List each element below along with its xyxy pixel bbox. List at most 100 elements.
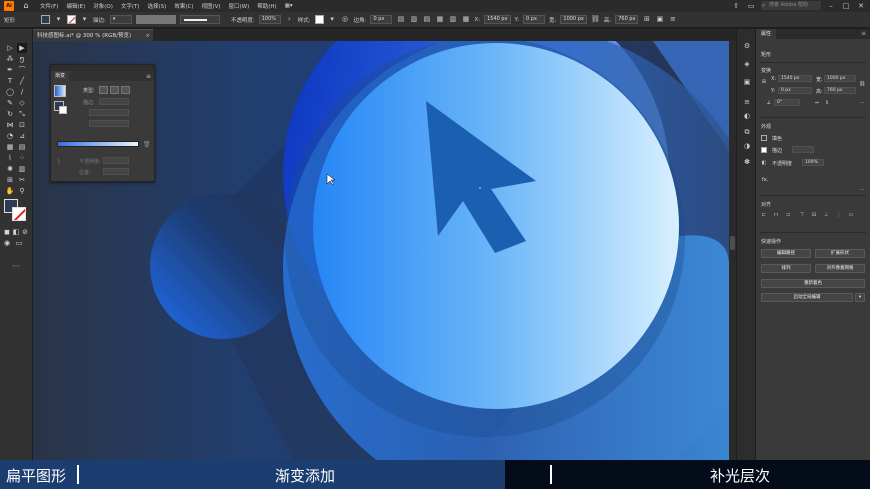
prop-y-field[interactable]: 0 px [778,87,812,94]
libraries-dock-icon[interactable]: ▣ [742,77,752,87]
edit-path-button[interactable]: 编辑路径 [761,249,811,258]
more-options-icon[interactable]: ⋯ [859,187,865,193]
free-transform-icon[interactable]: ⊡ [17,120,27,130]
menu-object[interactable]: 对象(O) [93,2,113,10]
scrollbar-thumb[interactable] [730,236,735,250]
opacity-field[interactable]: 100% [258,15,281,24]
minimize-icon[interactable]: – [826,2,836,10]
shaper-tool-icon[interactable]: ✎ [5,98,15,108]
panel-menu-icon[interactable]: ≡ [668,15,677,24]
width-tool-icon[interactable]: ⋈ [5,120,15,130]
x-field[interactable]: 1540 px [484,15,511,24]
artboard-tool-icon[interactable]: ⊞ [5,175,15,185]
arrange-button[interactable]: 排列 [761,264,811,273]
linear-gradient-button[interactable] [99,86,108,94]
gradient-tool-icon[interactable]: ▤ [17,142,27,152]
gradient-location-field[interactable] [103,168,129,175]
symbol-sprayer-icon[interactable]: ✺ [5,164,15,174]
recolor-button[interactable]: 重新着色 [761,279,865,288]
eyedropper-icon[interactable]: ⌇ [57,158,60,166]
aspect-ratio-field[interactable] [89,120,129,127]
fx-button[interactable]: fx. [762,177,768,183]
appearance-dock-icon[interactable]: ⧉ [742,127,752,137]
zoom-tool-icon[interactable]: ⚲ [17,186,27,196]
align-center-icon[interactable]: ▥ [409,15,418,24]
link-icon[interactable]: ⛓ [591,15,600,24]
menu-effect[interactable]: 效果(C) [174,2,193,10]
reference-point-icon[interactable]: ⊞ [761,79,767,85]
align-right-icon[interactable]: ⊐ [785,212,791,218]
chevron-right-icon[interactable]: › [285,15,294,24]
corner-field[interactable]: 0 px [370,15,393,24]
align-to-icon[interactable]: ▭ [848,212,854,218]
menu-window[interactable]: 窗口(W) [229,2,250,10]
gradient-opacity-field[interactable] [103,157,129,164]
paintbrush-icon[interactable]: ∕ [17,87,27,97]
menu-help[interactable]: 帮助(H) [257,2,276,10]
none-mode-icon[interactable]: ⊘ [20,227,30,237]
y-field[interactable]: 0 px [523,15,546,24]
chevron-down-icon[interactable]: ▾ [54,15,63,24]
vertical-scrollbar[interactable] [729,41,736,460]
symbols-dock-icon[interactable]: ✽ [742,157,752,167]
prop-x-field[interactable]: 1540 px [778,75,812,82]
eraser-icon[interactable]: ◇ [17,98,27,108]
stroke-swatch[interactable] [67,15,77,24]
align-pixel-grid-button[interactable]: 对齐像素网格 [815,264,865,273]
gradient-slider[interactable] [57,141,139,147]
align-vcenter-icon[interactable]: ⊟ [811,212,817,218]
trash-icon[interactable]: 🗑 [143,141,151,148]
stroke-dock-icon[interactable]: ≡ [742,97,752,107]
more-tools-icon[interactable]: ⋯ [11,261,21,271]
menu-type[interactable]: 文字(T) [121,2,140,10]
prop-h-field[interactable]: 760 px [824,87,856,94]
scale-tool-icon[interactable]: ⤡ [17,109,27,119]
layers-dock-icon[interactable]: ◈ [742,59,752,69]
menu-select[interactable]: 选择(S) [148,2,167,10]
more-options-icon[interactable]: ⋯ [859,100,865,106]
document-tab[interactable]: 科技感图标.ai* @ 300 % (RGB/预览) × [33,29,153,41]
align-left-icon[interactable]: ▤ [396,15,405,24]
eyedropper-icon[interactable]: ⌇ [5,153,15,163]
align-bottom-icon[interactable]: ⊥ [823,212,829,218]
expand-shape-button[interactable]: 扩展形状 [815,249,865,258]
transform-icon[interactable]: ⊞ [642,15,651,24]
share-icon[interactable]: ⇪ [731,2,741,10]
draw-mode-icon[interactable]: ◉ [2,238,12,248]
variable-width-dropdown[interactable] [135,15,176,24]
align-hcenter-icon[interactable]: ⊓ [773,212,779,218]
stroke-swatch[interactable] [761,147,767,153]
curvature-tool-icon[interactable]: ⌒ [17,65,27,75]
corner-label[interactable]: 边角: [354,16,367,24]
chevron-down-icon[interactable]: ▾ [328,15,337,24]
transparency-dock-icon[interactable]: ◑ [742,141,752,151]
radial-gradient-button[interactable] [110,86,119,94]
gradient-dock-icon[interactable]: ◐ [742,111,752,121]
align-bottom-icon[interactable]: ▦ [461,15,470,24]
angle-field[interactable] [89,109,129,116]
align-middle-icon[interactable]: ▥ [448,15,457,24]
prop-w-field[interactable]: 1000 px [824,75,856,82]
slice-tool-icon[interactable]: ✂ [17,175,27,185]
chevron-down-icon[interactable]: ▾ [80,15,89,24]
workspace-switcher-icon[interactable]: ▦▾ [285,3,293,9]
properties-tab[interactable]: 属性 [756,29,777,39]
properties-dock-icon[interactable]: ⚙ [742,41,752,51]
align-left-icon[interactable]: ⊏ [761,212,767,218]
flip-horizontal-icon[interactable]: ⇔ [814,100,820,106]
menu-edit[interactable]: 编辑(E) [66,2,85,10]
menu-file[interactable]: 文件(F) [40,2,58,10]
help-search-input[interactable]: 搜索 Adobe 帮助 [761,1,821,10]
shape-builder-icon[interactable]: ◔ [5,131,15,141]
column-graph-icon[interactable]: ▥ [17,164,27,174]
gradient-swatch[interactable] [54,85,66,97]
recolor-icon[interactable]: ◎ [341,15,350,24]
perspective-grid-icon[interactable]: ⊿ [17,131,27,141]
arrange-icon[interactable]: ▭ [746,2,756,10]
screen-mode-icon[interactable]: ▭ [14,238,24,248]
h-field[interactable]: 760 px [615,15,639,24]
distribute-icon[interactable]: ⋮ [836,212,842,218]
gradient-stroke-box[interactable] [59,106,67,114]
rotate-tool-icon[interactable]: ↻ [5,109,15,119]
chevron-down-icon[interactable]: ▾ [855,293,865,302]
